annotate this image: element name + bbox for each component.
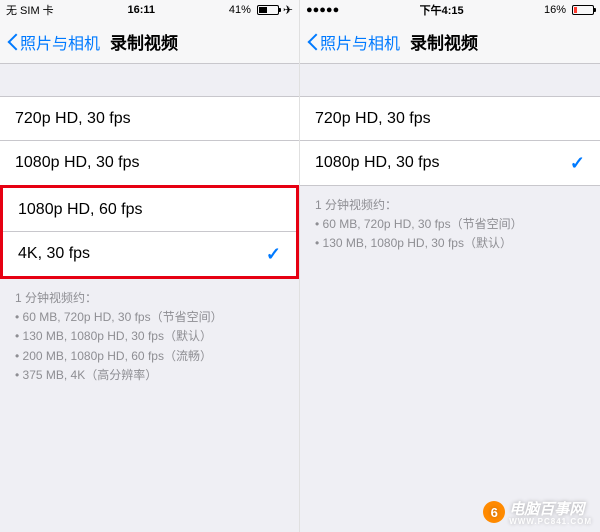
footer-note: 1 分钟视频约： • 60 MB, 720p HD, 30 fps（节省空间） … bbox=[0, 279, 299, 395]
highlight-box: 1080p HD, 60 fps 4K, 30 fps ✓ bbox=[0, 185, 299, 279]
option-720p-30[interactable]: 720p HD, 30 fps bbox=[0, 97, 299, 141]
watermark-text: 电脑百事网 WWW.PC841.COM bbox=[509, 498, 592, 526]
options-list: 720p HD, 30 fps 1080p HD, 30 fps ✓ bbox=[300, 96, 600, 186]
option-1080p-30[interactable]: 1080p HD, 30 fps bbox=[0, 141, 299, 185]
page-title: 录制视频 bbox=[110, 29, 178, 54]
option-label: 1080p HD, 30 fps bbox=[315, 154, 440, 172]
battery-fill bbox=[574, 7, 577, 13]
battery-icon bbox=[257, 5, 279, 15]
footer-line: • 200 MB, 1080p HD, 60 fps（流畅） bbox=[15, 347, 284, 366]
option-label: 1080p HD, 60 fps bbox=[18, 201, 143, 219]
status-bar: 无 SIM 卡 16:11 41% ✈ bbox=[0, 0, 299, 20]
chevron-left-icon bbox=[308, 32, 320, 52]
option-label: 1080p HD, 30 fps bbox=[15, 154, 140, 172]
footer-line: • 130 MB, 1080p HD, 30 fps（默认） bbox=[15, 327, 284, 346]
option-1080p-60[interactable]: 1080p HD, 60 fps bbox=[3, 188, 296, 232]
checkmark-icon: ✓ bbox=[266, 244, 281, 265]
battery-percent: 16% bbox=[544, 4, 566, 16]
right-screenshot: ●●●●● 下午4:15 16% 照片与相机 录制视频 720p HD, 30 … bbox=[300, 0, 600, 532]
signal-dots: ●●●●● bbox=[306, 4, 339, 16]
status-time: 16:11 bbox=[128, 4, 156, 16]
options-list: 720p HD, 30 fps 1080p HD, 30 fps bbox=[0, 96, 299, 186]
option-720p-30[interactable]: 720p HD, 30 fps bbox=[300, 97, 600, 141]
back-label: 照片与相机 bbox=[320, 30, 400, 54]
footer-note: 1 分钟视频约： • 60 MB, 720p HD, 30 fps（节省空间） … bbox=[300, 186, 600, 264]
footer-line: • 130 MB, 1080p HD, 30 fps（默认） bbox=[315, 234, 585, 253]
chevron-left-icon bbox=[8, 32, 20, 52]
battery-percent: 41% bbox=[229, 4, 251, 16]
option-label: 4K, 30 fps bbox=[18, 245, 90, 263]
left-screenshot: 无 SIM 卡 16:11 41% ✈ 照片与相机 录制视频 720p HD, … bbox=[0, 0, 300, 532]
page-title: 录制视频 bbox=[410, 29, 478, 54]
footer-title: 1 分钟视频约： bbox=[15, 289, 284, 308]
back-button[interactable]: 照片与相机 bbox=[8, 30, 100, 54]
back-label: 照片与相机 bbox=[20, 30, 100, 54]
checkmark-icon: ✓ bbox=[570, 153, 585, 174]
option-label: 720p HD, 30 fps bbox=[315, 110, 431, 128]
option-4k-30[interactable]: 4K, 30 fps ✓ bbox=[3, 232, 296, 276]
back-button[interactable]: 照片与相机 bbox=[308, 30, 400, 54]
footer-line: • 60 MB, 720p HD, 30 fps（节省空间） bbox=[15, 308, 284, 327]
nav-bar: 照片与相机 录制视频 bbox=[0, 20, 299, 64]
watermark-logo-icon: 6 bbox=[483, 501, 505, 523]
nav-bar: 照片与相机 录制视频 bbox=[300, 20, 600, 64]
footer-line: • 375 MB, 4K（高分辨率） bbox=[15, 366, 284, 385]
carrier-text: 无 SIM 卡 bbox=[6, 2, 54, 18]
footer-line: • 60 MB, 720p HD, 30 fps（节省空间） bbox=[315, 215, 585, 234]
option-1080p-30[interactable]: 1080p HD, 30 fps ✓ bbox=[300, 141, 600, 185]
battery-fill bbox=[259, 7, 267, 13]
airplane-icon: ✈ bbox=[283, 3, 293, 17]
watermark: 6 电脑百事网 WWW.PC841.COM bbox=[483, 498, 592, 526]
option-label: 720p HD, 30 fps bbox=[15, 110, 131, 128]
status-bar: ●●●●● 下午4:15 16% bbox=[300, 0, 600, 20]
battery-icon bbox=[572, 5, 594, 15]
footer-title: 1 分钟视频约： bbox=[315, 196, 585, 215]
status-time: 下午4:15 bbox=[420, 2, 464, 18]
